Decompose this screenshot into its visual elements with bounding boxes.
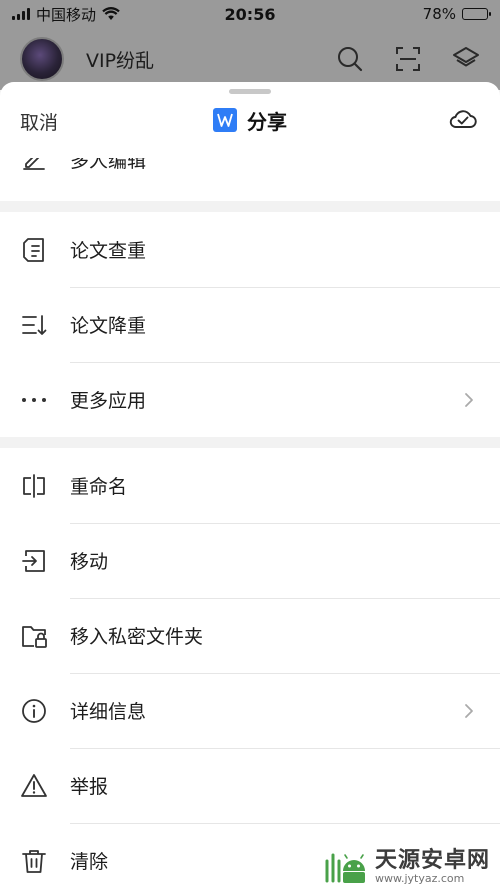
share-sheet: 取消 分享 多人编辑 论文查重 论文降重 更多应用 重命名 移动 移入私密文件夹…	[0, 82, 500, 889]
watermark-text-block: 天源安卓网 www.jytyaz.com	[375, 842, 490, 885]
status-left: 中国移动	[12, 4, 120, 25]
edit-icon	[23, 158, 45, 170]
menu-item-private-folder[interactable]: 移入私密文件夹	[0, 598, 500, 673]
menu-item-label: 移入私密文件夹	[70, 626, 204, 648]
user-name: VIP纷乱	[86, 49, 155, 72]
group-spacer	[0, 201, 500, 212]
paper-check-icon	[23, 237, 44, 262]
rename-icon	[23, 473, 45, 498]
status-right: 78%	[422, 5, 491, 23]
group-spacer	[0, 437, 500, 448]
menu-item-label: 清除	[70, 851, 109, 873]
doc-badge-icon	[213, 108, 237, 132]
scan-icon[interactable]	[394, 45, 422, 73]
list-sort-icon	[22, 314, 47, 335]
chevron-right-icon	[465, 392, 473, 407]
watermark-text: 天源安卓网	[374, 847, 490, 873]
menu-item-more-apps[interactable]: 更多应用	[0, 362, 500, 437]
battery-percent: 78%	[422, 5, 456, 23]
search-icon[interactable]	[336, 45, 364, 73]
warning-icon	[21, 773, 47, 797]
menu-group-apps: 论文查重 论文降重 更多应用	[0, 212, 500, 437]
menu-item-label: 论文降重	[70, 315, 147, 337]
cancel-button[interactable]: 取消	[20, 108, 58, 135]
layers-icon[interactable]	[452, 45, 480, 73]
menu-item-rename[interactable]: 重命名	[0, 448, 500, 523]
menu-item-label: 论文查重	[70, 240, 147, 262]
menu-item-details[interactable]: 详细信息	[0, 673, 500, 748]
menu-item-label: 重命名	[70, 476, 128, 498]
wifi-icon	[102, 7, 120, 20]
cloud-check-icon[interactable]	[448, 104, 478, 134]
site-watermark: 天源安卓网 www.jytyaz.com	[321, 841, 490, 885]
sheet-title: 分享	[213, 106, 287, 135]
info-icon	[22, 698, 46, 723]
menu-item-label: 更多应用	[70, 390, 147, 412]
menu-list: 多人编辑 论文查重 论文降重 更多应用 重命名 移动 移入私密文件夹 详细信息 …	[0, 158, 500, 889]
more-dots-icon	[22, 397, 46, 402]
menu-group-file-ops: 重命名 移动 移入私密文件夹 详细信息 举报 清除	[0, 448, 500, 889]
signal-icon	[12, 8, 30, 20]
menu-item-label: 多人编辑	[70, 158, 147, 172]
avatar[interactable]	[20, 37, 64, 81]
menu-item-paper-check[interactable]: 论文查重	[0, 212, 500, 287]
android-logo-icon	[325, 853, 365, 883]
status-bar: 中国移动 20:56 78%	[0, 0, 500, 28]
trash-icon	[22, 849, 46, 873]
carrier-name: 中国移动	[36, 5, 97, 24]
menu-item-paper-reduce[interactable]: 论文降重	[0, 287, 500, 362]
move-icon	[22, 549, 45, 572]
app-header: VIP纷乱	[0, 28, 500, 90]
sheet-grabber[interactable]	[229, 89, 271, 94]
menu-item-report[interactable]: 举报	[0, 748, 500, 823]
chevron-right-icon	[465, 703, 473, 718]
menu-item-label: 移动	[70, 551, 109, 573]
menu-item-move[interactable]: 移动	[0, 523, 500, 598]
header-actions	[336, 45, 480, 73]
status-time: 20:56	[224, 4, 276, 24]
menu-item-label: 详细信息	[70, 701, 147, 723]
menu-group-collab: 多人编辑	[0, 158, 500, 201]
sheet-title-text: 分享	[247, 109, 287, 134]
sheet-header: 取消 分享	[0, 82, 500, 158]
private-folder-icon	[22, 625, 47, 648]
menu-item-multi-edit[interactable]: 多人编辑	[0, 158, 500, 201]
battery-icon	[462, 8, 491, 20]
watermark-url: www.jytyaz.com	[374, 871, 465, 885]
menu-item-label: 举报	[70, 776, 109, 798]
